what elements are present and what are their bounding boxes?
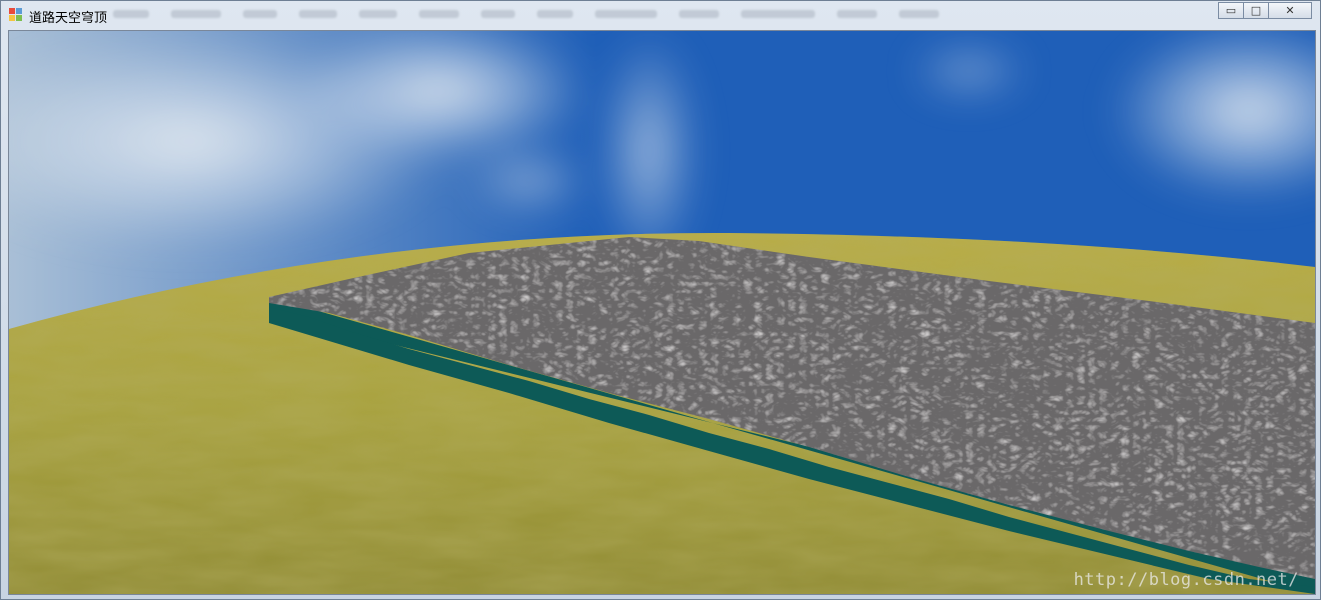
close-icon: ✕ bbox=[1285, 4, 1295, 17]
minimize-button[interactable]: ▭ bbox=[1218, 2, 1244, 19]
app-window: 道路天空穹顶 ▭ □ ✕ http://blog.csdn.net/ bbox=[0, 0, 1321, 600]
blurred-background-text bbox=[113, 10, 939, 20]
watermark: http://blog.csdn.net/ bbox=[1073, 570, 1299, 590]
maximize-icon: □ bbox=[1250, 4, 1262, 17]
title-bar[interactable]: 道路天空穹顶 ▭ □ ✕ bbox=[1, 1, 1320, 29]
3d-scene-viewport[interactable]: http://blog.csdn.net/ bbox=[8, 30, 1316, 595]
close-button[interactable]: ✕ bbox=[1268, 2, 1312, 19]
app-icon bbox=[9, 8, 22, 21]
window-title: 道路天空穹顶 bbox=[29, 11, 108, 26]
scene-render bbox=[9, 31, 1315, 594]
window-controls: ▭ □ ✕ bbox=[1218, 2, 1312, 19]
minimize-icon: ▭ bbox=[1225, 4, 1237, 17]
maximize-button[interactable]: □ bbox=[1243, 2, 1269, 19]
